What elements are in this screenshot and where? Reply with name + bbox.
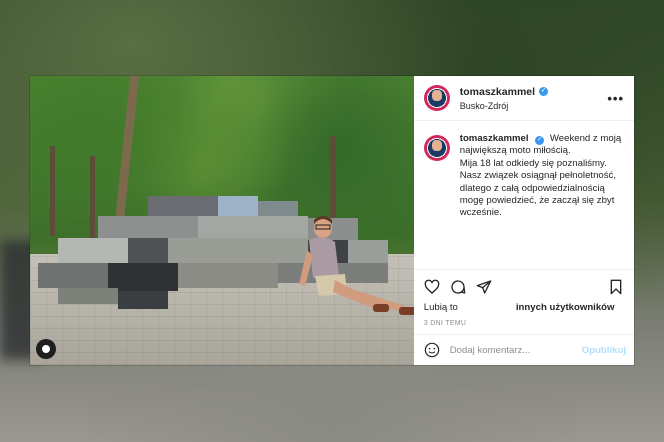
post-photo[interactable]: [30, 76, 414, 365]
comment-icon[interactable]: [450, 279, 466, 295]
caption-username[interactable]: tomaszkammel: [460, 133, 529, 144]
caption-line: Weekend z moją: [549, 133, 622, 144]
publish-button[interactable]: Opublikuj: [582, 345, 626, 356]
caption-line: Nasz związek osiągnął pełnoletność,: [459, 170, 616, 182]
caption-line: największą moto miłością.: [459, 145, 571, 157]
heart-icon[interactable]: [424, 279, 440, 295]
verified-icon: ✓: [539, 87, 549, 96]
caption-line: wcześnie.: [459, 207, 502, 219]
post-sidebar: tomaszkammel ✓ Busko-Zdrój ••• tomaszkam…: [413, 76, 634, 365]
likes-count-link[interactable]: innych użytkowników: [516, 302, 615, 313]
comment-bar: Opublikuj: [413, 334, 634, 365]
share-icon[interactable]: [476, 279, 492, 295]
likes-summary: Lubią to innych użytkowników: [424, 302, 624, 313]
post-timestamp[interactable]: 3 DNI TEMU: [424, 320, 624, 327]
username[interactable]: tomaszkammel: [460, 86, 535, 98]
caption: tomaszkammel ✓ Weekend z moją największą…: [414, 121, 634, 269]
comment-input[interactable]: [449, 344, 582, 356]
instagram-post: tomaszkammel ✓ Busko-Zdrój ••• tomaszkam…: [30, 76, 634, 365]
avatar[interactable]: [423, 85, 450, 111]
more-options-icon[interactable]: •••: [607, 91, 624, 106]
emoji-icon[interactable]: [424, 342, 440, 358]
post-actions: Lubią to innych użytkowników 3 DNI TEMU: [413, 269, 634, 334]
bookmark-icon[interactable]: [608, 279, 624, 295]
avatar[interactable]: [423, 135, 450, 161]
caption-text: tomaszkammel ✓ Weekend z moją największą…: [460, 133, 621, 269]
likes-prefix: Lubią to: [423, 302, 458, 313]
seated-person: [299, 216, 414, 315]
location[interactable]: Busko-Zdrój: [460, 101, 548, 111]
post-header: tomaszkammel ✓ Busko-Zdrój •••: [413, 76, 634, 121]
user-tag-icon[interactable]: [36, 339, 56, 359]
verified-icon: ✓: [535, 136, 545, 145]
caption-line: mogę powiedzieć, że zaczął się zbyt: [459, 195, 615, 207]
caption-line: Mija 18 lat odkiedy się poznaliśmy.: [459, 157, 607, 169]
caption-line: dlatego z całą odpowiedzialnością: [459, 182, 605, 194]
